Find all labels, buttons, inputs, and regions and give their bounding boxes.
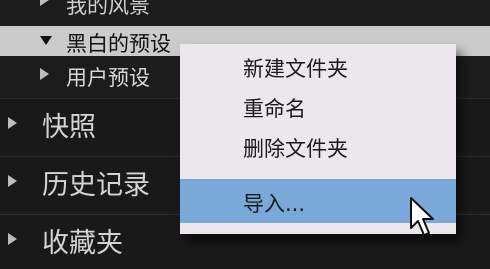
menu-item-label: 删除文件夹 xyxy=(243,137,348,161)
triangle-down-icon[interactable] xyxy=(40,36,52,45)
menu-item-label: 新建文件夹 xyxy=(243,57,348,81)
menu-item-delete-folder[interactable]: 删除文件夹 xyxy=(180,127,456,167)
triangle-right-icon[interactable] xyxy=(40,0,49,6)
preset-folder-label: 用户预设 xyxy=(66,66,150,90)
preset-folder-label: 我的风景 xyxy=(66,0,150,18)
triangle-right-icon[interactable] xyxy=(8,117,17,129)
preset-folder-label: 黑白的预设 xyxy=(66,32,171,56)
triangle-right-icon[interactable] xyxy=(8,233,17,245)
section-title: 收藏夹 xyxy=(42,228,123,259)
section-title: 历史记录 xyxy=(42,170,150,201)
preset-folder-landscape[interactable]: 我的风景 xyxy=(0,0,490,18)
mouse-cursor-icon xyxy=(410,197,434,236)
menu-item-label: 导入... xyxy=(243,192,306,216)
section-title: 快照 xyxy=(42,112,96,143)
triangle-right-icon[interactable] xyxy=(8,175,17,187)
menu-item-label: 重命名 xyxy=(243,97,306,121)
triangle-right-icon[interactable] xyxy=(40,68,49,80)
menu-item-new-folder[interactable]: 新建文件夹 xyxy=(180,47,456,87)
menu-item-rename[interactable]: 重命名 xyxy=(180,87,456,127)
